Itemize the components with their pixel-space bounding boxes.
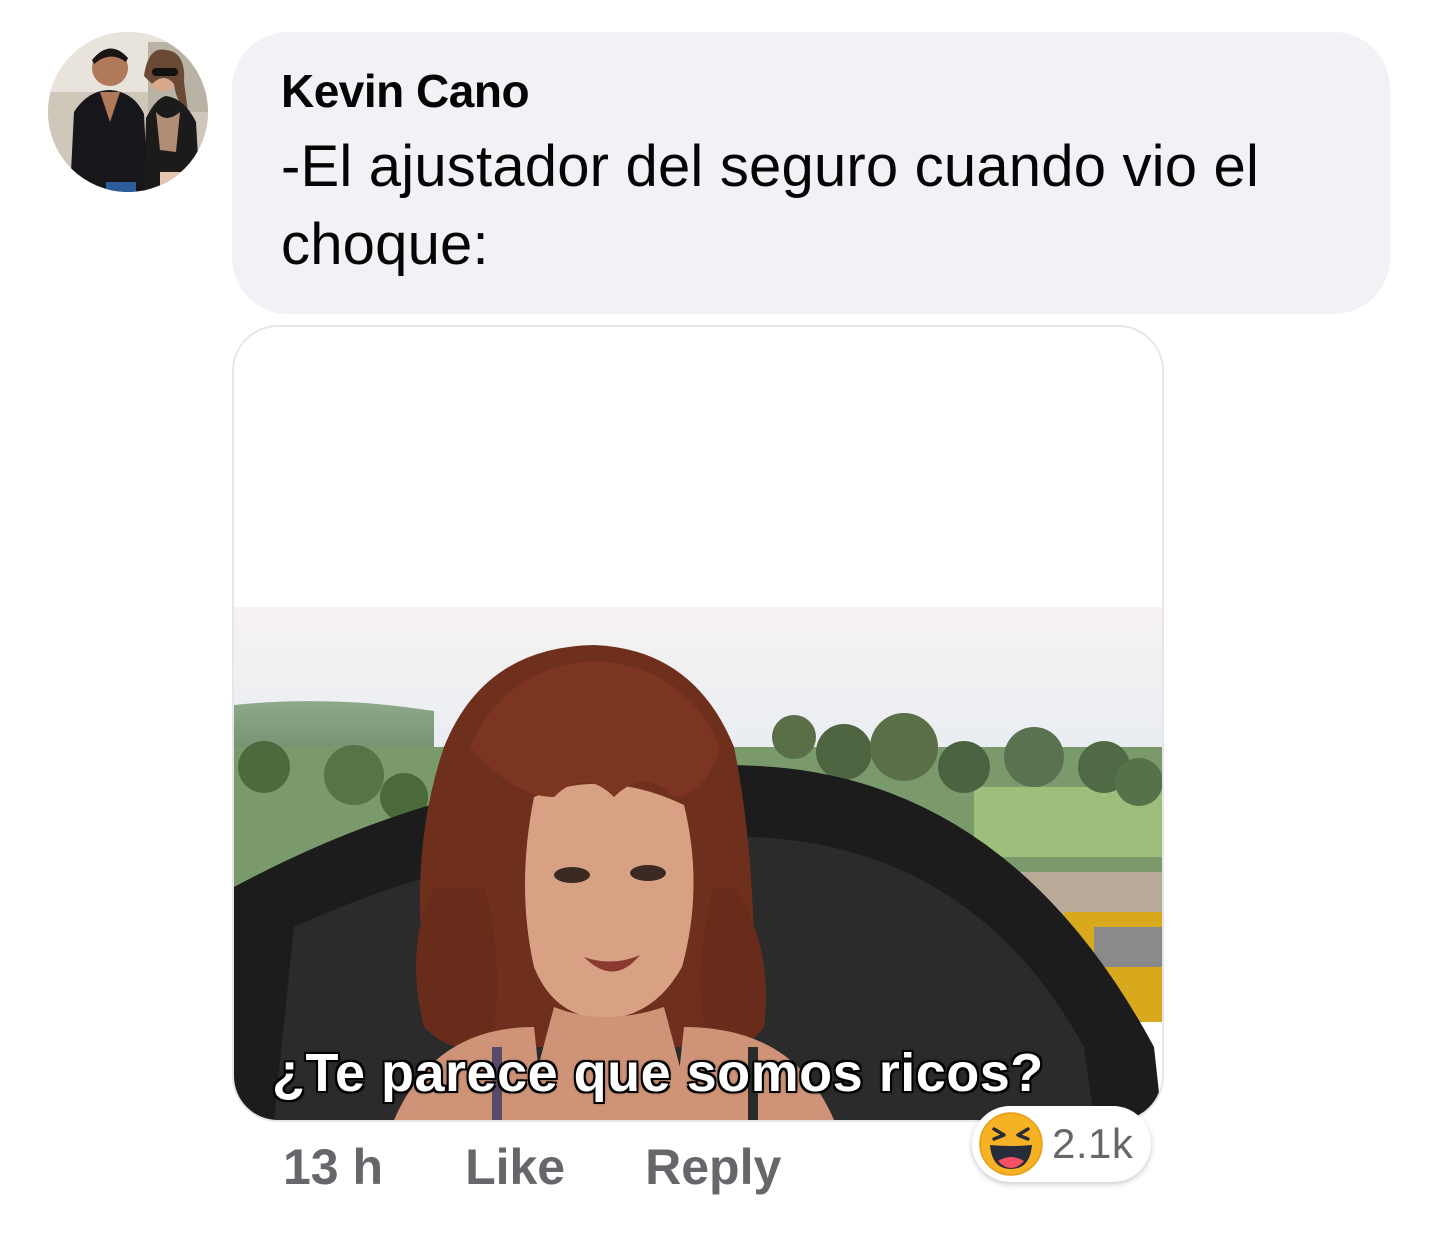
comment-timestamp[interactable]: 13 h	[283, 1138, 383, 1196]
avatar[interactable]	[48, 32, 208, 192]
comment-author[interactable]: Kevin Cano	[281, 62, 1350, 120]
comment-bubble: Kevin Cano -El ajustador del seguro cuan…	[232, 32, 1390, 314]
comment-image-attachment[interactable]: ¿Te parece que somos ricos?	[232, 325, 1164, 1122]
reply-button[interactable]: Reply	[645, 1138, 781, 1196]
reaction-summary[interactable]: 2.1k	[972, 1106, 1152, 1182]
meme-image	[234, 327, 1162, 1120]
comment-text: -El ajustador del seguro cuando vio el c…	[281, 134, 1260, 277]
comment-actions: 13 h Like Reply	[283, 1134, 781, 1200]
reaction-count: 2.1k	[1052, 1120, 1134, 1167]
haha-emoji-icon	[979, 1112, 1043, 1176]
comment-thread: Kevin Cano -El ajustador del seguro cuan…	[0, 0, 1440, 1236]
avatar-photo	[48, 32, 208, 192]
like-button[interactable]: Like	[465, 1138, 565, 1196]
image-caption: ¿Te parece que somos ricos?	[271, 1042, 1044, 1104]
